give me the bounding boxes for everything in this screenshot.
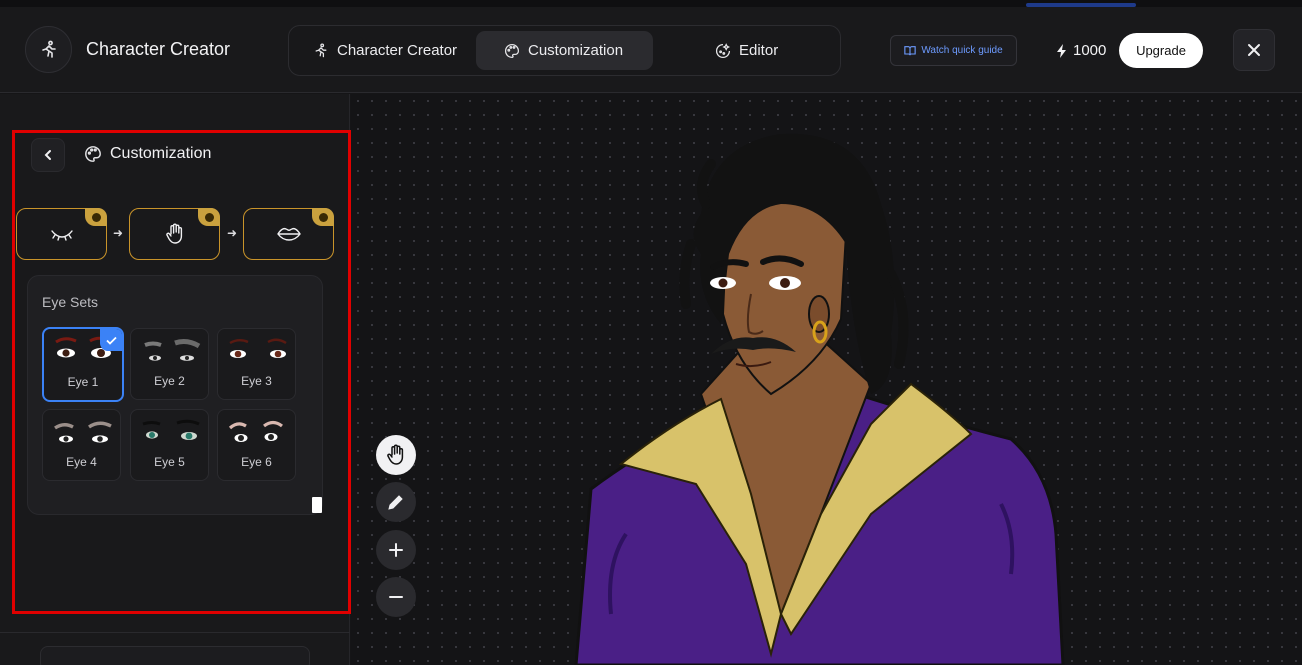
eye-set-label: Eye 1	[67, 375, 99, 389]
pan-tool-button[interactable]	[376, 435, 416, 475]
guide-label: Watch quick guide	[921, 45, 1003, 56]
tab-editor[interactable]: Editor	[701, 31, 821, 70]
eye-preview	[54, 421, 112, 443]
pencil-icon	[388, 495, 403, 510]
eye-set-label: Eye 3	[241, 374, 272, 388]
book-icon	[904, 45, 917, 55]
close-icon	[1248, 44, 1260, 56]
browser-strip	[0, 0, 1302, 7]
lock-badge	[312, 208, 334, 226]
bottom-panel-box	[40, 646, 310, 665]
eye-sets-title: Eye Sets	[42, 294, 99, 310]
back-button[interactable]	[31, 138, 65, 172]
zoom-in-icon	[389, 543, 403, 557]
arrow-right-icon: ➜	[227, 226, 238, 240]
zoom-out-button[interactable]	[376, 577, 416, 617]
tab-label: Character Creator	[337, 42, 458, 59]
chevron-left-icon	[44, 150, 51, 160]
eye-set-option[interactable]: Eye 2	[130, 328, 209, 400]
eye-set-label: Eye 6	[241, 455, 272, 469]
eye-set-label: Eye 5	[154, 455, 185, 469]
app-title: Character Creator	[86, 39, 231, 59]
running-person-icon	[315, 42, 327, 57]
arrow-right-icon: ➜	[113, 226, 124, 240]
divider	[0, 632, 350, 633]
running-person-icon	[41, 40, 56, 58]
tab-customization[interactable]: Customization	[476, 31, 653, 70]
hand-pan-icon	[387, 444, 404, 465]
eye-set-option[interactable]: Eye 6	[217, 409, 296, 481]
lips-icon	[276, 227, 301, 241]
hand-icon	[165, 223, 182, 244]
palette-icon	[504, 43, 520, 58]
eye-preview	[228, 420, 283, 442]
lock-badge	[85, 208, 107, 226]
zoom-in-button[interactable]	[376, 530, 416, 570]
panel-title-text: Customization	[110, 145, 212, 162]
lock-badge	[198, 208, 220, 226]
eye-preview	[142, 419, 200, 440]
tab-label: Customization	[528, 42, 624, 59]
eye-set-label: Eye 4	[66, 455, 97, 469]
upgrade-button[interactable]: Upgrade	[1119, 33, 1203, 68]
close-button[interactable]	[1233, 29, 1275, 71]
step-eyes[interactable]	[16, 208, 107, 260]
closed-eye-icon	[50, 230, 73, 241]
eye-set-option[interactable]: Eye 4	[42, 409, 121, 481]
eye-set-option[interactable]: Eye 1	[42, 327, 124, 402]
scrollbar-thumb[interactable]	[312, 497, 322, 513]
app-logo	[25, 26, 72, 73]
eye-set-option[interactable]: Eye 3	[217, 328, 296, 400]
magic-edit-icon	[715, 42, 731, 58]
eye-preview	[144, 339, 201, 361]
step-hands[interactable]	[129, 208, 220, 260]
watch-guide-button[interactable]: Watch quick guide	[890, 35, 1017, 66]
credits-counter: 1000	[1056, 42, 1106, 59]
tab-label: Editor	[739, 42, 779, 59]
credits-value: 1000	[1073, 42, 1107, 59]
check-icon	[100, 329, 122, 351]
panel-title: Customization	[84, 145, 211, 163]
character-illustration	[574, 133, 1065, 665]
eye-preview	[229, 338, 287, 358]
zoom-out-icon	[389, 596, 403, 598]
character-canvas[interactable]	[351, 94, 1302, 665]
step-lips[interactable]	[243, 208, 334, 260]
tab-character-creator[interactable]: Character Creator	[299, 31, 475, 70]
palette-icon	[85, 146, 101, 162]
lightning-icon	[1057, 43, 1066, 58]
mode-tabs: Character Creator Customization Editor	[288, 25, 841, 76]
eye-set-label: Eye 2	[154, 374, 185, 388]
draw-tool-button[interactable]	[376, 482, 416, 522]
eye-set-option[interactable]: Eye 5	[130, 409, 209, 481]
